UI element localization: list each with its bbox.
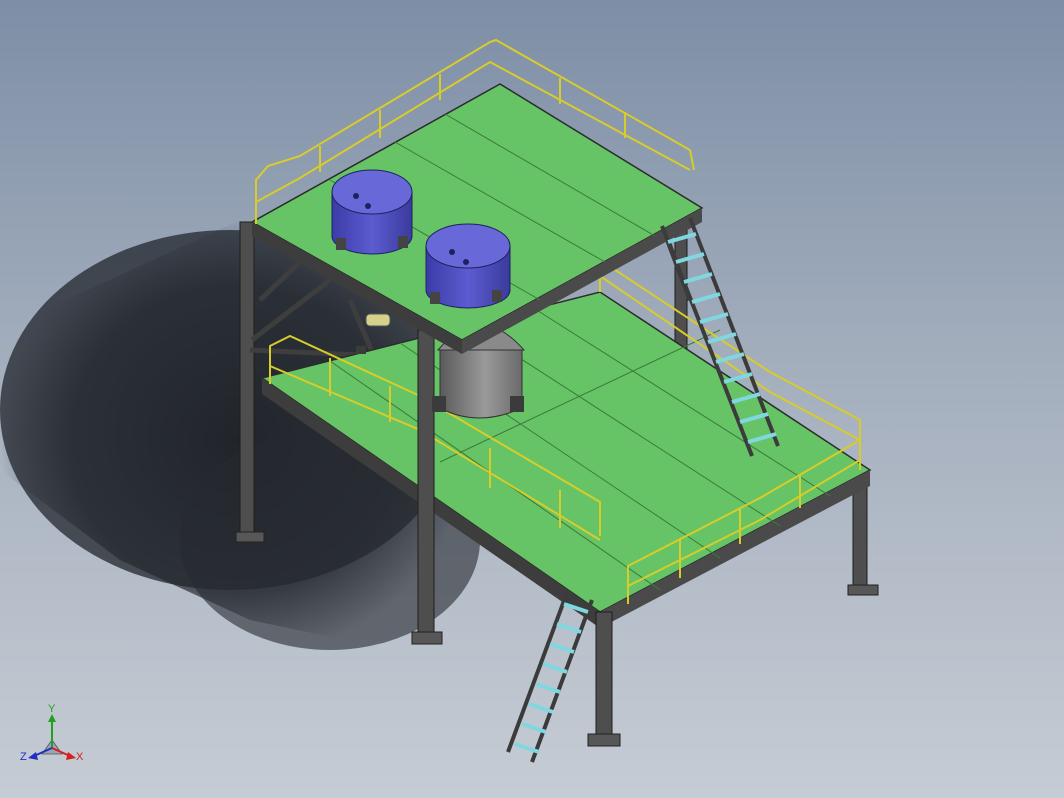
model-canvas[interactable] — [0, 0, 1064, 798]
y-axis-label: Y — [48, 703, 56, 715]
tank-right[interactable] — [425, 223, 511, 309]
coordinate-triad[interactable]: Y X Z — [16, 700, 96, 780]
x-axis-label: X — [76, 751, 84, 763]
z-axis-arrow-icon — [28, 752, 38, 760]
lower-ladder[interactable] — [506, 589, 594, 763]
tank-left[interactable] — [331, 169, 413, 255]
y-axis-arrow-icon — [48, 714, 56, 722]
z-axis-label: Z — [20, 751, 27, 763]
x-axis-arrow-icon — [66, 752, 76, 760]
cad-viewport[interactable]: Y X Z — [0, 0, 1064, 798]
